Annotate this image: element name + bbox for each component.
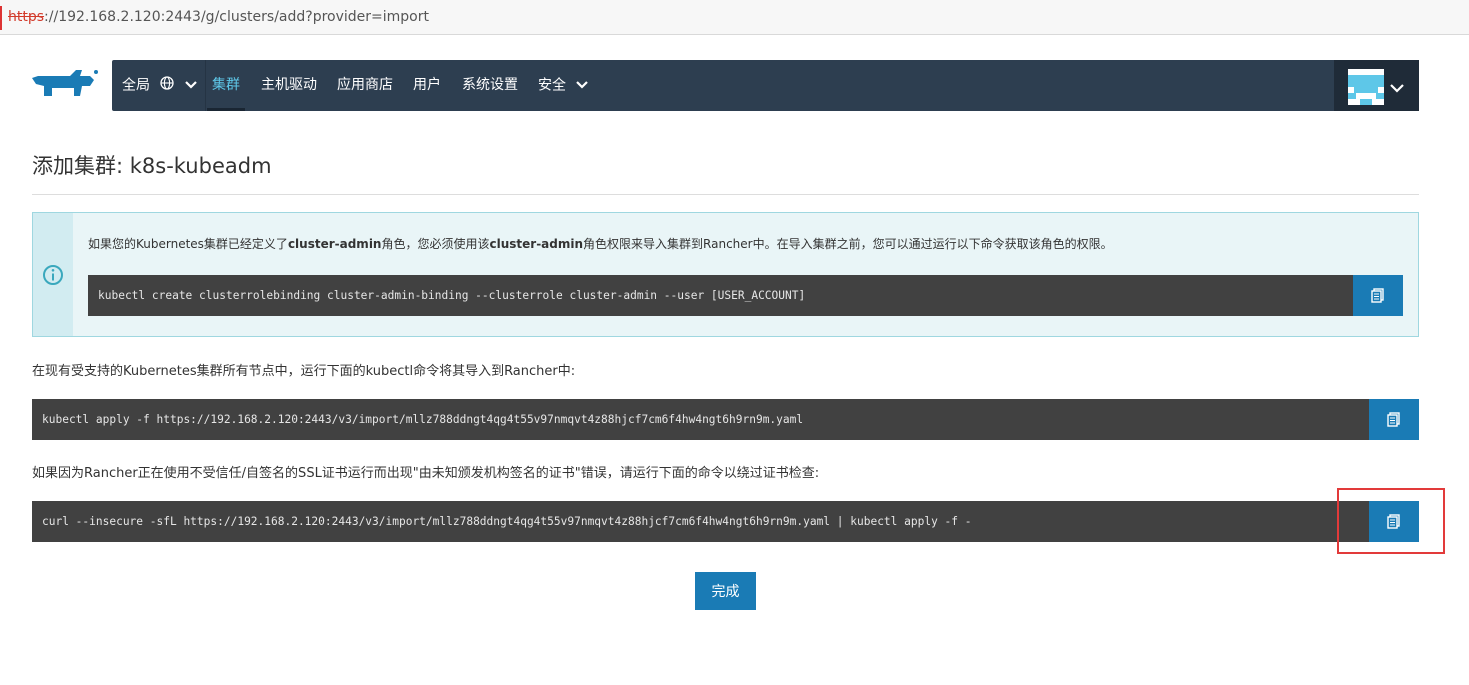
url-path: ://192.168.2.120:2443/g/clusters/add?pro… bbox=[44, 9, 429, 25]
clipboard-icon bbox=[1371, 288, 1384, 303]
insecure-instruction: 如果因为Rancher正在使用不受信任/自签名的SSL证书运行而出现"由未知颁发… bbox=[32, 466, 820, 481]
clusterrolebinding-command[interactable]: kubectl create clusterrolebinding cluste… bbox=[88, 275, 1353, 316]
clipboard-icon bbox=[1387, 412, 1400, 427]
active-indicator bbox=[207, 108, 245, 111]
nav-item-label: 用户 bbox=[413, 77, 441, 93]
url-protocol: https bbox=[8, 9, 45, 25]
user-menu[interactable] bbox=[1334, 60, 1419, 111]
nav-global-menu[interactable]: 全局 bbox=[122, 60, 197, 111]
banner-text-1: 如果您的Kubernetes集群已经定义了 bbox=[88, 237, 288, 251]
tab-edge bbox=[0, 6, 2, 30]
done-button[interactable]: 完成 bbox=[695, 572, 756, 610]
globe-icon bbox=[160, 61, 175, 112]
nav-item-clusters[interactable]: 集群 bbox=[207, 60, 245, 111]
nav-global-label: 全局 bbox=[122, 77, 150, 94]
page-title: 添加集群: k8s-kubeadm bbox=[32, 154, 272, 178]
chevron-down-icon bbox=[576, 60, 589, 111]
nav-item-label: 应用商店 bbox=[337, 77, 393, 93]
info-icon bbox=[43, 265, 63, 285]
avatar bbox=[1348, 69, 1384, 105]
nav-item-label: 集群 bbox=[212, 77, 240, 93]
browser-address-bar[interactable]: https://192.168.2.120:2443/g/clusters/ad… bbox=[0, 0, 1469, 35]
nav-item-host-drivers[interactable]: 主机驱动 bbox=[261, 60, 317, 111]
nav-item-label: 安全 bbox=[538, 77, 566, 94]
banner-bold-2: cluster-admin bbox=[489, 237, 584, 251]
nav-item-app-store[interactable]: 应用商店 bbox=[337, 60, 393, 111]
nav-item-settings[interactable]: 系统设置 bbox=[462, 60, 518, 111]
nav-item-security[interactable]: 安全 bbox=[538, 60, 589, 111]
banner-bold-1: cluster-admin bbox=[287, 237, 382, 251]
rancher-logo-icon[interactable] bbox=[30, 66, 100, 106]
nav-item-users[interactable]: 用户 bbox=[413, 60, 441, 111]
copy-kubectl-command-button[interactable] bbox=[1369, 399, 1419, 440]
url-text[interactable]: https://192.168.2.120:2443/g/clusters/ad… bbox=[8, 9, 429, 25]
curl-insecure-command[interactable]: curl --insecure -sfL https://192.168.2.1… bbox=[32, 501, 1369, 542]
kubectl-import-command[interactable]: kubectl apply -f https://192.168.2.120:2… bbox=[32, 399, 1369, 440]
banner-text-3: 角色权限来导入集群到Rancher中。在导入集群之前，您可以通过运行以下命令获取… bbox=[583, 237, 1113, 251]
title-divider bbox=[32, 194, 1419, 195]
chevron-down-icon bbox=[1390, 78, 1404, 97]
nav-item-label: 系统设置 bbox=[462, 77, 518, 93]
top-nav: 全局 集群 主机驱动 应用商店 用户 系统设置 安全 bbox=[112, 60, 1419, 111]
kubectl-instruction: 在现有受支持的Kubernetes集群所有节点中，运行下面的kubectl命令将… bbox=[32, 364, 576, 379]
banner-message: 如果您的Kubernetes集群已经定义了cluster-admin角色，您必须… bbox=[88, 235, 1113, 252]
copy-clusterrolebinding-button[interactable] bbox=[1353, 275, 1403, 316]
annotation-highlight-box bbox=[1337, 488, 1445, 554]
nav-item-label: 主机驱动 bbox=[261, 77, 317, 93]
banner-icon-column bbox=[33, 213, 73, 336]
nav-divider bbox=[205, 60, 206, 111]
chevron-down-icon bbox=[185, 60, 197, 111]
banner-text-2: 角色，您必须使用该 bbox=[381, 237, 490, 251]
